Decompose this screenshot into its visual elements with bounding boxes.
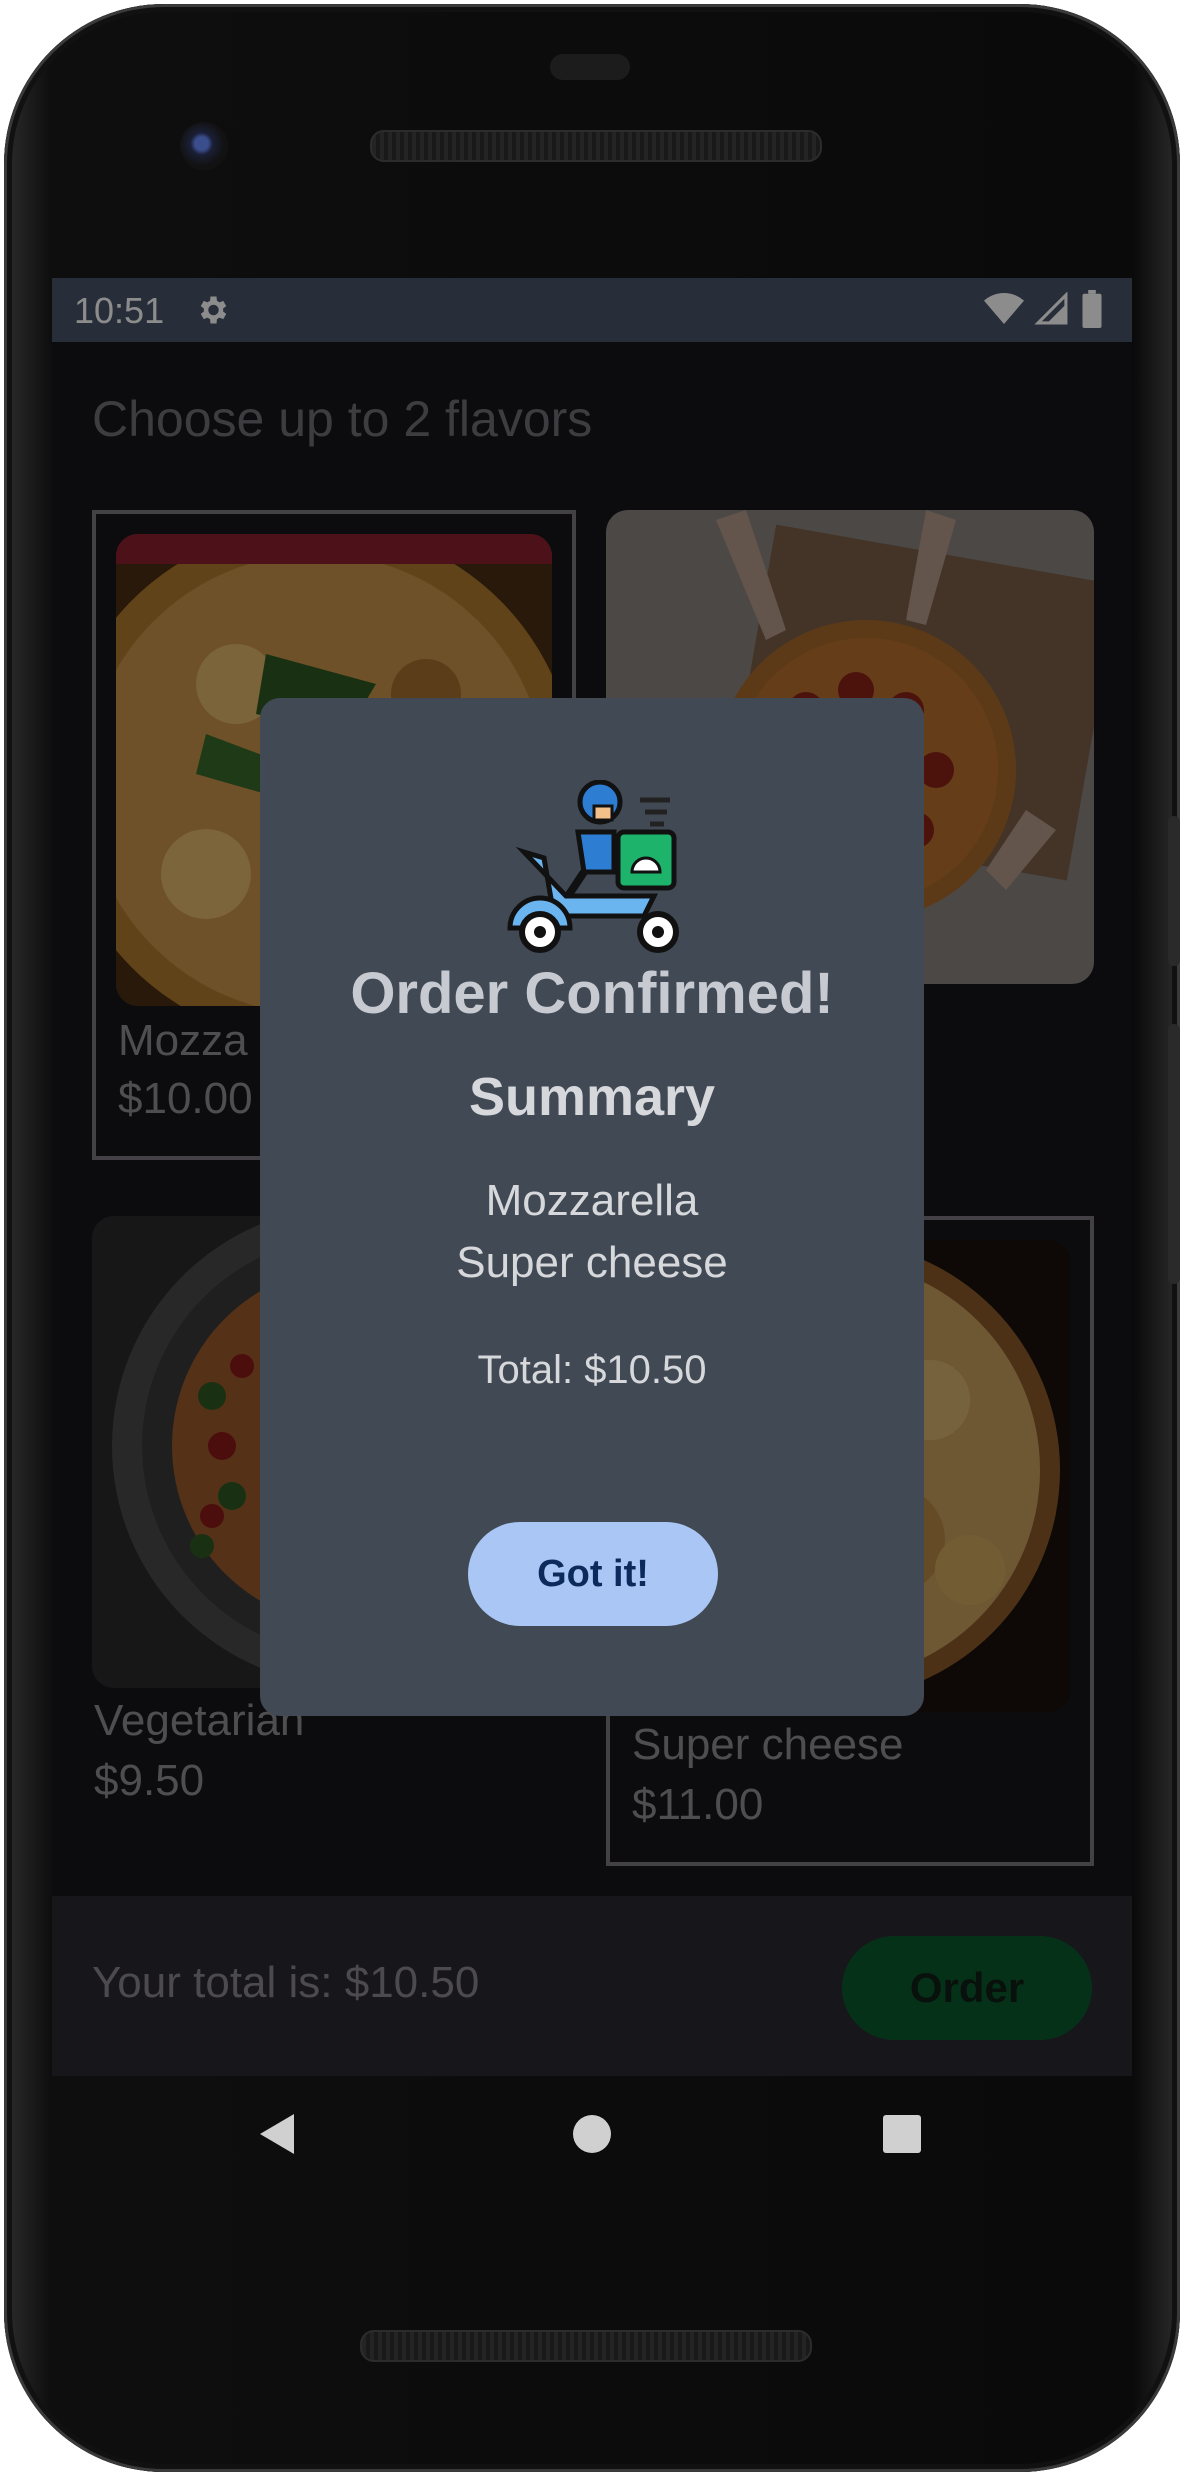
front-camera <box>180 122 228 170</box>
summary-heading: Summary <box>468 1067 716 1127</box>
dialog-title: Order Confirmed! <box>350 961 834 1026</box>
volume-button <box>1168 816 1180 966</box>
bottom-speaker-grille <box>360 2330 812 2362</box>
app-screen: 10:51 Choose up to 2 flavors Mozza $10.0… <box>52 278 1132 2076</box>
navigation-bar <box>0 2076 1194 2196</box>
recents-square-icon[interactable] <box>882 2114 922 2154</box>
back-triangle-icon[interactable] <box>258 2112 296 2156</box>
summary-item: Mozzarella <box>485 1176 699 1225</box>
top-speaker-grille <box>370 130 822 162</box>
order-confirmed-dialog: Order Confirmed! Summary Mozzarella Supe… <box>260 698 924 1716</box>
earpiece <box>550 54 630 80</box>
delivery-scooter-icon <box>507 780 679 953</box>
dialog-total: Total: $10.50 <box>477 1348 707 1392</box>
home-circle-icon[interactable] <box>572 2114 612 2154</box>
got-it-button[interactable]: Got it! <box>468 1522 718 1626</box>
summary-item: Super cheese <box>456 1238 728 1287</box>
power-button <box>1168 1024 1180 1284</box>
